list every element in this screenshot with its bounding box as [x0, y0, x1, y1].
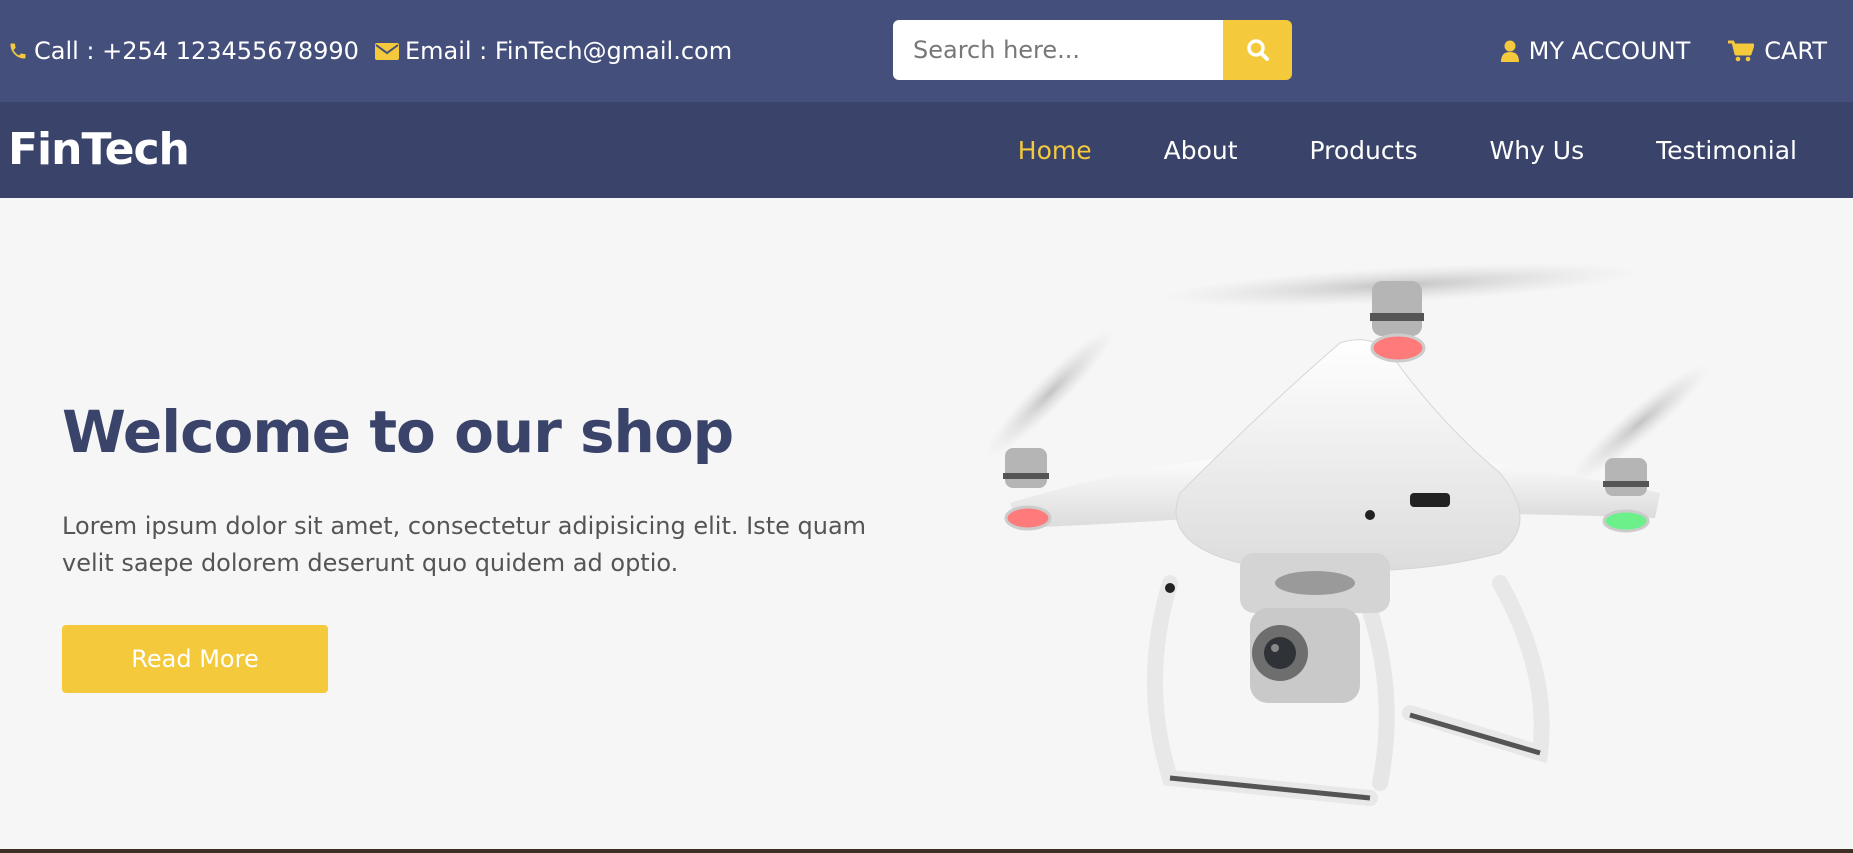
- search-button[interactable]: [1223, 20, 1292, 80]
- top-bar: Call : +254 123455678990 Email : FinTech…: [0, 0, 1853, 102]
- cart-icon: [1728, 40, 1755, 62]
- phone-icon: [10, 43, 26, 59]
- nav-testimonial[interactable]: Testimonial: [1656, 136, 1797, 165]
- nav-products[interactable]: Products: [1310, 136, 1418, 165]
- search-input[interactable]: [893, 20, 1223, 80]
- search-icon: [1246, 39, 1269, 61]
- search-form: [893, 20, 1292, 80]
- bottom-divider: [0, 849, 1853, 853]
- email-label: Email : FinTech@gmail.com: [404, 37, 733, 65]
- main-nav: Home About Products Why Us Testimonial: [982, 102, 1833, 198]
- hero-section: Welcome to our shop Lorem ipsum dolor si…: [0, 198, 1853, 849]
- my-account-label: MY ACCOUNT: [1528, 37, 1691, 65]
- nav-why-us[interactable]: Why Us: [1489, 136, 1584, 165]
- email-contact[interactable]: Email : FinTech@gmail.com: [374, 37, 733, 65]
- hero-title: Welcome to our shop: [62, 398, 734, 466]
- site-logo[interactable]: FinTech: [8, 124, 190, 175]
- hero-text: Lorem ipsum dolor sit amet, consectetur …: [62, 512, 867, 577]
- envelope-icon: [374, 43, 399, 60]
- my-account-link[interactable]: MY ACCOUNT: [1500, 37, 1691, 65]
- nav-about[interactable]: About: [1164, 136, 1238, 165]
- account-links: MY ACCOUNT CART: [1463, 0, 1827, 102]
- phone-label: Call : +254 123455678990: [34, 37, 359, 65]
- main-navbar: FinTech Home About Products Why Us Testi…: [0, 102, 1853, 198]
- user-icon: [1500, 40, 1519, 62]
- drone-image: [985, 263, 1710, 806]
- read-more-button[interactable]: Read More: [62, 625, 328, 693]
- nav-home[interactable]: Home: [1018, 136, 1092, 165]
- cart-link[interactable]: CART: [1728, 37, 1827, 65]
- cart-label: CART: [1764, 37, 1827, 65]
- contact-info: Call : +254 123455678990 Email : FinTech…: [0, 37, 748, 65]
- phone-contact[interactable]: Call : +254 123455678990: [8, 37, 359, 65]
